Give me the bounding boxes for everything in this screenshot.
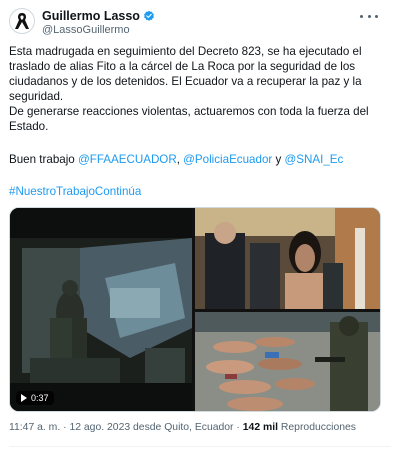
meta-separator-2: · bbox=[233, 422, 243, 433]
play-icon bbox=[21, 394, 27, 402]
author-name-row[interactable]: Guillermo Lasso bbox=[42, 9, 155, 23]
tweet-thanks-line: Buen trabajo @FFAAECUADOR, @PoliciaEcuad… bbox=[9, 152, 379, 167]
tweet-hashtag-line: #NuestroTrabajoContinúa bbox=[9, 184, 379, 199]
tweet-paragraph-2: De generarse reacciones violentas, actua… bbox=[9, 105, 369, 133]
separator-2: y bbox=[272, 153, 285, 166]
views-label: Reproducciones bbox=[278, 422, 356, 433]
photo-prison-yard-image bbox=[195, 312, 380, 411]
tweet-meta: 11:47 a. m. · 12 ago. 2023 desde Quito, … bbox=[9, 422, 356, 433]
mention-snai-ec[interactable]: @SNAI_Ec bbox=[285, 153, 344, 166]
tweet-text: Esta madrugada en seguimiento del Decret… bbox=[9, 44, 379, 134]
mention-ffaaecuador[interactable]: @FFAAECUADOR bbox=[78, 153, 177, 166]
thanks-prefix: Buen trabajo bbox=[9, 153, 78, 166]
more-options-icon[interactable] bbox=[360, 10, 378, 22]
photo-prison-yard[interactable] bbox=[195, 312, 380, 411]
tweet: Guillermo Lasso @LassoGuillermo Esta mad… bbox=[0, 0, 400, 454]
author-handle[interactable]: @LassoGuillermo bbox=[42, 24, 130, 36]
video-duration-badge: 0:37 bbox=[16, 391, 54, 405]
photo-detainee-image bbox=[195, 208, 380, 309]
mourning-ribbon-icon bbox=[15, 13, 29, 29]
views-count: 142 mil bbox=[242, 422, 279, 433]
video-thumbnail[interactable]: 0:37 bbox=[10, 208, 192, 411]
mention-policiaecuador[interactable]: @PoliciaEcuador bbox=[183, 153, 272, 166]
tweet-paragraph-1: Esta madrugada en seguimiento del Decret… bbox=[9, 45, 362, 103]
tweet-time[interactable]: 11:47 a. m. bbox=[9, 422, 60, 433]
verified-badge-icon bbox=[144, 10, 154, 21]
video-duration: 0:37 bbox=[31, 393, 49, 403]
avatar[interactable] bbox=[9, 8, 35, 34]
divider bbox=[9, 446, 391, 447]
video-frame-image bbox=[10, 208, 192, 411]
photo-detainee[interactable] bbox=[195, 208, 380, 309]
media-grid: 0:37 bbox=[9, 207, 381, 412]
hashtag-nuestrotrabajocontinua[interactable]: #NuestroTrabajoContinúa bbox=[9, 185, 141, 198]
author-display-name[interactable]: Guillermo Lasso bbox=[42, 9, 140, 23]
tweet-date-location[interactable]: 12 ago. 2023 desde Quito, Ecuador bbox=[69, 422, 233, 433]
